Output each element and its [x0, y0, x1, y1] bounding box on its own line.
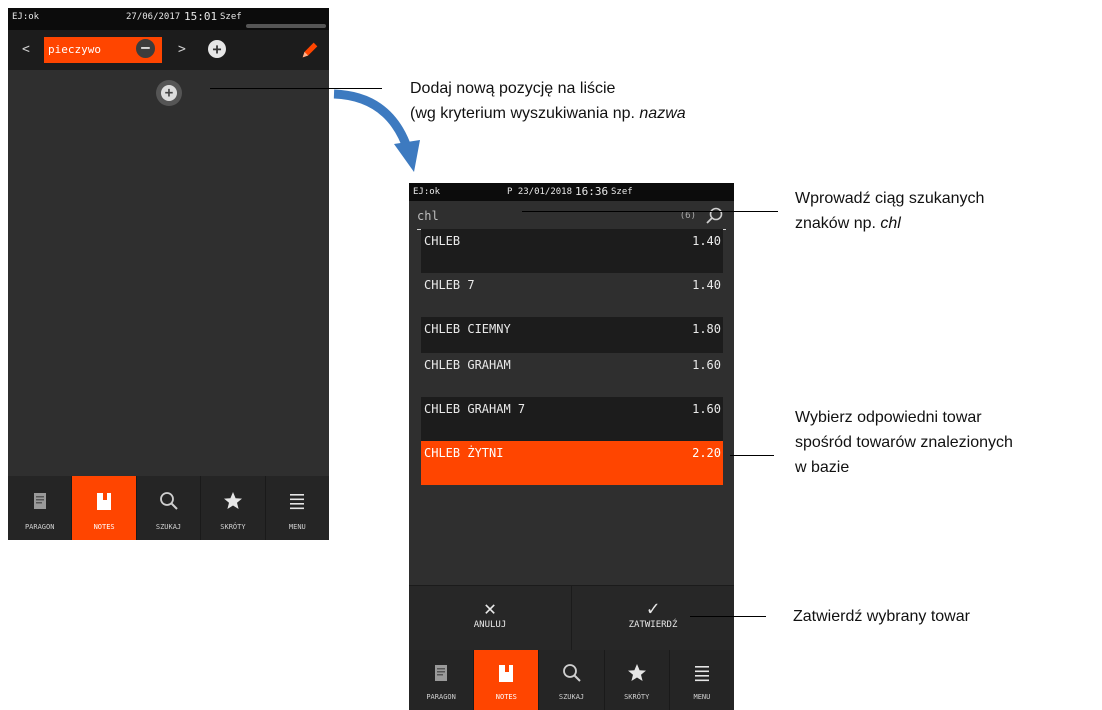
nav-label: NOTES [93, 523, 115, 531]
phone-screen-search: EJ:ok P 23/01/2018 16:36 Szef chl (6) CH… [409, 183, 734, 710]
nav-paragon[interactable]: PARAGON [8, 476, 71, 540]
nav-label: MENU [693, 693, 711, 701]
star-icon [627, 664, 646, 681]
nav-label: MENU [288, 523, 306, 531]
list-item[interactable]: CHLEB GRAHAM 7 1.60 [421, 397, 723, 441]
annotation-select: Wybierz odpowiedni towar spośród towarów… [795, 405, 1013, 480]
add-category-button[interactable]: + [208, 40, 226, 58]
item-price: 1.80 [692, 322, 721, 336]
item-price: 1.60 [692, 358, 721, 372]
status-bar: EJ:ok P 23/01/2018 16:36 Szef [409, 183, 734, 201]
receipt-icon [435, 665, 448, 681]
nav-skroty[interactable]: SKRÓTY [603, 650, 669, 710]
list-item[interactable]: CHLEB 7 1.40 [421, 273, 723, 317]
next-category-button[interactable]: > [178, 42, 186, 57]
item-price: 2.20 [692, 446, 721, 460]
annotation-add-line1: Dodaj nową pozycję na liście [410, 80, 616, 97]
nav-label: SZUKAJ [155, 523, 182, 531]
add-item-button[interactable]: + [156, 80, 182, 106]
status-date: P 23/01/2018 [507, 187, 573, 197]
status-date: 27/06/2017 [126, 12, 181, 22]
bottom-nav: PARAGON NOTES SZUKAJ SKRÓTY MENU [409, 650, 734, 710]
annotation-add: Dodaj nową pozycję na liście (wg kryteri… [410, 76, 686, 126]
item-name: CHLEB [424, 234, 461, 248]
list-item[interactable]: CHLEB 1.40 [421, 229, 723, 273]
annotation-select-line2: spośród towarów znalezionych [795, 434, 1013, 451]
item-price: 1.40 [692, 278, 721, 292]
ej-status: EJ:ok [12, 12, 40, 22]
notebook-icon [97, 493, 112, 510]
list-item[interactable]: CHLEB GRAHAM 1.60 [421, 353, 723, 397]
item-name: CHLEB ŻYTNI [424, 446, 504, 460]
item-name: CHLEB CIEMNY [424, 322, 511, 336]
menu-icon [694, 666, 709, 682]
annotation-search-line1: Wprowadź ciąg szukanych [795, 190, 985, 207]
nav-label: NOTES [495, 693, 517, 701]
nav-notes[interactable]: NOTES [473, 650, 539, 710]
status-time: 16:36 [575, 185, 609, 198]
search-icon [562, 664, 581, 682]
item-name: CHLEB 7 [424, 278, 475, 292]
status-bar-indicator [246, 24, 326, 28]
confirm-label: ZATWIERDŹ [628, 620, 678, 630]
notebook-icon [499, 665, 514, 682]
leader-line-search [522, 211, 778, 212]
result-count: (6) [679, 211, 696, 221]
annotation-search: Wprowadź ciąg szukanych znaków np. chl [795, 186, 984, 236]
plus-icon: + [161, 85, 177, 101]
nav-label: PARAGON [24, 523, 55, 531]
category-bar: < pieczywo − > + [8, 30, 329, 70]
nav-szukaj[interactable]: SZUKAJ [135, 476, 200, 540]
item-price: 1.40 [692, 234, 721, 248]
annotation-select-line1: Wybierz odpowiedni towar [795, 409, 982, 426]
action-bar: ✕ ANULUJ ✓ ZATWIERDŹ [409, 585, 734, 650]
close-icon: ✕ [483, 596, 497, 620]
leader-line-add [210, 88, 382, 89]
search-icon [159, 492, 178, 510]
list-item-selected[interactable]: CHLEB ŻYTNI 2.20 [421, 441, 723, 485]
search-icon[interactable] [706, 207, 724, 225]
nav-paragon[interactable]: PARAGON [409, 650, 473, 710]
status-time: 15:01 [184, 10, 218, 23]
annotation-search-line2: znaków np. chl [795, 215, 901, 232]
nav-label: SKRÓTY [624, 693, 650, 701]
nav-menu[interactable]: MENU [668, 650, 734, 710]
check-icon: ✓ [646, 596, 660, 620]
nav-label: PARAGON [426, 693, 456, 701]
confirm-button[interactable]: ✓ ZATWIERDŹ [571, 586, 734, 650]
nav-notes[interactable]: NOTES [71, 476, 136, 540]
remove-category-button[interactable]: − [134, 37, 157, 60]
star-icon [223, 492, 242, 509]
nav-menu[interactable]: MENU [264, 476, 329, 540]
cancel-button[interactable]: ✕ ANULUJ [409, 586, 571, 650]
annotation-select-line3: w bazie [795, 459, 850, 476]
annotation-confirm: Zatwierdź wybrany towar [793, 608, 970, 625]
leader-line-confirm [690, 616, 766, 617]
item-name: CHLEB GRAHAM [424, 358, 511, 372]
menu-icon [290, 494, 305, 510]
item-name: CHLEB GRAHAM 7 [424, 402, 526, 416]
status-user: Szef [611, 187, 633, 197]
receipt-icon [33, 493, 46, 509]
search-input[interactable]: chl (6) [417, 203, 726, 230]
item-price: 1.60 [692, 402, 721, 416]
nav-label: SZUKAJ [558, 693, 585, 701]
leader-line-select [730, 455, 774, 456]
nav-szukaj[interactable]: SZUKAJ [538, 650, 603, 710]
search-value: chl [417, 209, 439, 223]
bottom-nav: PARAGON NOTES SZUKAJ SKRÓTY MENU [8, 476, 329, 540]
status-bar: EJ:ok 27/06/2017 15:01 Szef [8, 8, 329, 30]
nav-skroty[interactable]: SKRÓTY [200, 476, 264, 540]
pencil-icon[interactable] [299, 39, 321, 61]
status-user: Szef [220, 12, 242, 22]
cancel-label: ANULUJ [473, 620, 507, 630]
nav-label: SKRÓTY [220, 523, 246, 531]
prev-category-button[interactable]: < [22, 42, 30, 57]
annotation-add-line2: (wg kryterium wyszukiwania np. nazwa [410, 105, 686, 122]
